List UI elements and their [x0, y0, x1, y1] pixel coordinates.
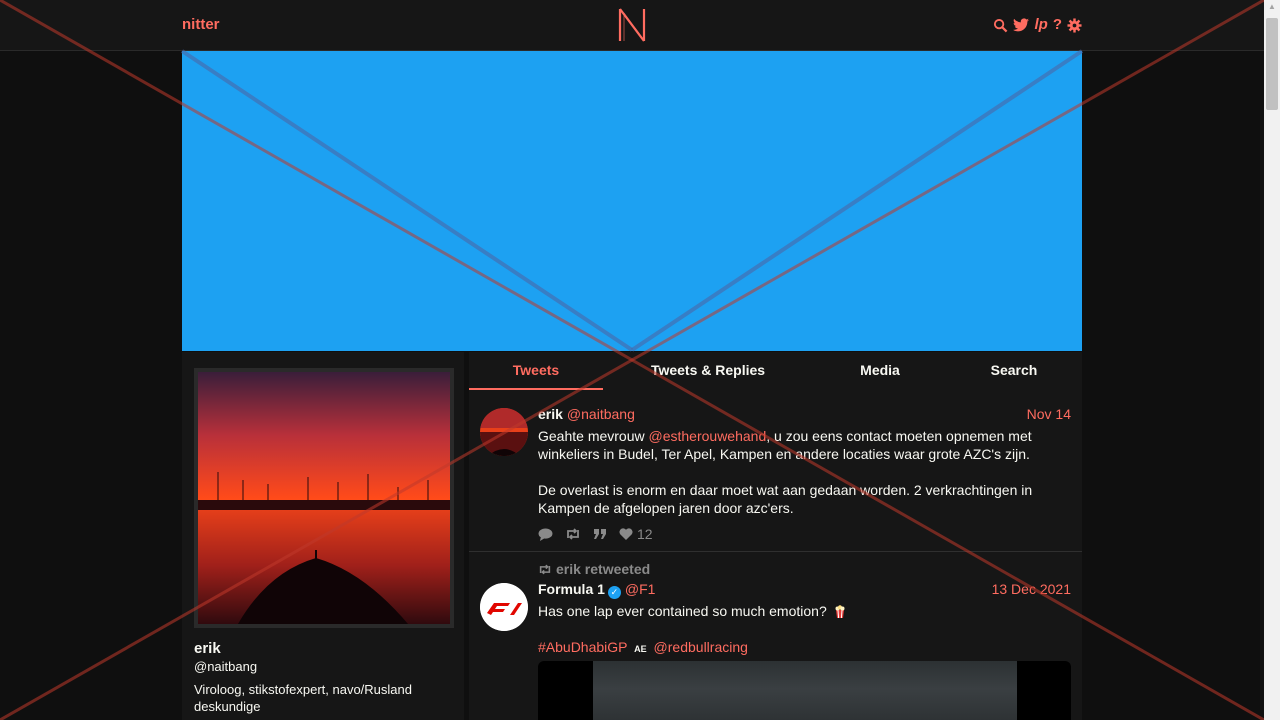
tweet-stats: 12 — [538, 526, 653, 542]
quote-icon[interactable] — [593, 528, 607, 540]
tab-tweets-replies[interactable]: Tweets & Replies — [635, 352, 781, 388]
retweet-label: erik retweeted — [556, 561, 651, 577]
profile-bio: Viroloog, stikstofexpert, navo/Rusland d… — [194, 682, 412, 714]
scroll-thumb[interactable] — [1266, 18, 1278, 110]
scroll-up-icon[interactable]: ▲ — [1264, 2, 1280, 11]
tweet-date[interactable]: Nov 14 — [1027, 406, 1071, 422]
tweet-header: erik @naitbang Nov 14 — [538, 406, 1071, 424]
tweet-content: Has one lap ever contained so much emoti… — [538, 602, 1058, 658]
tweet-username[interactable]: @naitbang — [567, 406, 635, 422]
tweet-avatar[interactable] — [480, 408, 528, 456]
retweet-icon[interactable] — [565, 528, 581, 540]
mention-link[interactable]: @redbullracing — [654, 639, 748, 655]
like-count: 12 — [637, 526, 653, 542]
verified-icon: ✓ — [607, 586, 621, 599]
tab-tweets[interactable]: Tweets — [469, 352, 603, 390]
help-icon[interactable]: ? — [1053, 16, 1062, 34]
tweet-date[interactable]: 13 Dec 2021 — [992, 581, 1071, 597]
profile-banner[interactable] — [182, 51, 1082, 351]
page-scrollbar[interactable]: ▲ — [1264, 0, 1280, 720]
reply-icon[interactable] — [538, 527, 553, 541]
settings-icon[interactable] — [1067, 17, 1082, 33]
tweet[interactable]: erik retweeted Formula 1 ✓ @F1 13 Dec 2021… — [469, 552, 1082, 720]
hashtag-link[interactable]: #AbuDhabiGP — [538, 639, 627, 655]
flag-icon: AE — [634, 644, 647, 654]
tweet-username[interactable]: @F1 — [625, 581, 656, 597]
nav-brand-link[interactable]: nitter — [182, 16, 220, 33]
retweet-header: erik retweeted — [538, 561, 650, 577]
like-icon[interactable]: 12 — [619, 526, 653, 542]
tweet-fullname[interactable]: erik — [538, 406, 563, 422]
tweet-fullname[interactable]: Formula 1 — [538, 581, 605, 597]
video-thumbnail[interactable] — [593, 661, 1017, 720]
tweet-media[interactable] — [538, 661, 1071, 720]
nitter-logo-icon[interactable] — [617, 7, 647, 43]
retweet-icon — [539, 564, 551, 574]
profile-card: erik @naitbang Viroloog, stikstofexpert,… — [182, 352, 464, 720]
rss-icon[interactable]: lp — [1034, 16, 1047, 34]
tweet-text: Geahte mevrouw — [538, 428, 649, 444]
search-icon[interactable] — [993, 18, 1008, 33]
nav-icons: lp ? — [993, 16, 1082, 34]
timeline: Tweets Tweets & Replies Media Search eri… — [469, 352, 1082, 720]
profile-avatar[interactable] — [194, 368, 454, 628]
popcorn-icon — [835, 605, 845, 619]
tweet-avatar[interactable] — [480, 583, 528, 631]
profile-name[interactable]: erik — [194, 640, 221, 657]
tab-media[interactable]: Media — [835, 352, 925, 388]
f1-logo-icon — [480, 583, 528, 631]
tab-search[interactable]: Search — [969, 352, 1059, 388]
tweet-content: Geahte mevrouw @estherouwehand, u zou ee… — [538, 427, 1058, 517]
navbar: nitter lp ? — [0, 0, 1264, 51]
profile-handle[interactable]: @naitbang — [194, 659, 257, 674]
timeline-tabs: Tweets Tweets & Replies Media Search — [469, 352, 1082, 390]
mention-link[interactable]: @estherouwehand — [649, 428, 767, 444]
tweet-header: Formula 1 ✓ @F1 13 Dec 2021 — [538, 581, 1071, 599]
tweet-text: Has one lap ever contained so much emoti… — [538, 603, 827, 619]
tweet-text: De overlast is enorm en daar moet wat aa… — [538, 482, 1033, 516]
twitter-icon[interactable] — [1013, 18, 1030, 32]
